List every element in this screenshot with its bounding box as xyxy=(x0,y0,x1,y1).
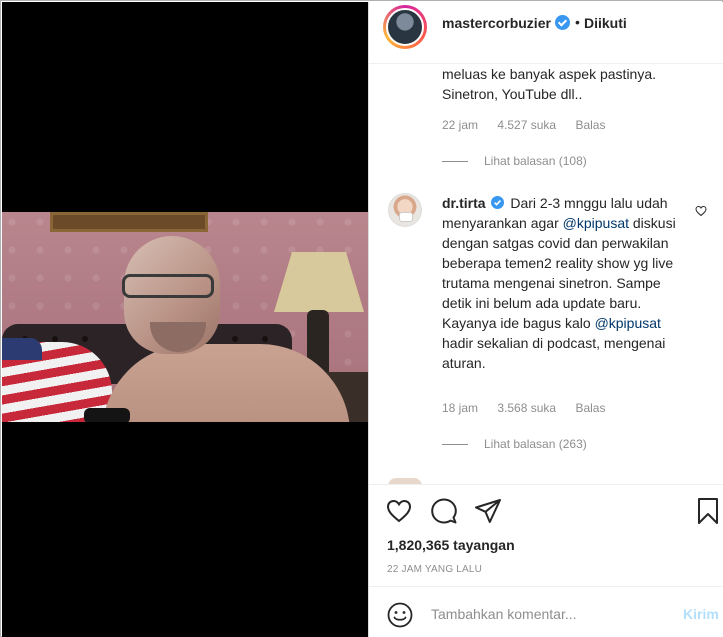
view-replies-button[interactable]: Lihat balasan (108) xyxy=(442,154,587,168)
comment-likes[interactable]: 4.527 suka xyxy=(497,118,556,132)
post-header: mastercorbuzier • Diikuti xyxy=(369,2,723,64)
mention-link[interactable]: @kpipusat xyxy=(595,315,661,331)
sofa-button xyxy=(82,336,88,342)
comment-body: dr.tirta Dari 2-3 mnggu lalu udah menyar… xyxy=(442,193,692,373)
sofa-button xyxy=(232,336,238,342)
avatar[interactable] xyxy=(388,193,422,227)
comments-list[interactable]: meluas ke banyak aspek pastinya. Sinetro… xyxy=(369,64,723,484)
verified-badge-icon xyxy=(491,196,505,209)
view-replies-button[interactable]: Lihat balasan (263) xyxy=(442,437,587,451)
avatar[interactable] xyxy=(386,8,424,46)
replies-divider xyxy=(442,444,468,446)
microphone xyxy=(84,408,130,422)
comment-bubble-icon[interactable] xyxy=(430,497,458,525)
bookmark-icon[interactable] xyxy=(694,497,722,525)
flag-canton xyxy=(2,338,42,360)
comment-time[interactable]: 18 jam xyxy=(442,401,478,415)
post-timestamp[interactable]: 22 JAM YANG LALU xyxy=(387,564,482,575)
face-mask xyxy=(399,212,413,222)
video-player[interactable] xyxy=(2,212,368,422)
post-modal: mastercorbuzier • Diikuti meluas ke bany… xyxy=(0,0,723,637)
comment-meta: 18 jam 3.568 suka Balas xyxy=(442,401,621,415)
follow-status-button[interactable]: Diikuti xyxy=(584,15,627,31)
post-actions: 1,820,365 tayangan 22 JAM YANG LALU Kiri… xyxy=(369,484,723,637)
like-comment-heart-icon[interactable] xyxy=(695,205,707,217)
separator-dot: • xyxy=(575,14,580,30)
media-area[interactable] xyxy=(2,2,368,637)
reply-button[interactable]: Balas xyxy=(575,401,605,415)
comment-likes[interactable]: 3.568 suka xyxy=(497,401,556,415)
comment-time[interactable]: 22 jam xyxy=(442,118,478,132)
wall-painting xyxy=(50,212,208,232)
sofa-button xyxy=(262,336,268,342)
post-username[interactable]: mastercorbuzier xyxy=(442,15,551,31)
paper-plane-icon[interactable] xyxy=(474,497,502,525)
post-comment-button[interactable]: Kirim xyxy=(683,606,719,622)
comment-text-part: diskusi dengan satgas covid dan perwakil… xyxy=(442,215,676,331)
verified-badge-icon xyxy=(555,15,570,30)
eyeglasses xyxy=(122,274,214,298)
comment-meta: 22 jam 4.527 suka Balas xyxy=(442,118,621,132)
heart-icon[interactable] xyxy=(385,497,413,525)
view-replies-label: Lihat balasan (108) xyxy=(484,154,587,168)
view-count[interactable]: 1,820,365 tayangan xyxy=(387,537,515,553)
comment-text: meluas ke banyak aspek pastinya. Sinetro… xyxy=(442,66,657,102)
comment-username[interactable]: dr.tirta xyxy=(442,195,486,211)
view-replies-label: Lihat balasan (263) xyxy=(484,437,587,451)
comment-input[interactable] xyxy=(431,602,671,626)
replies-divider xyxy=(442,161,468,163)
mention-link[interactable]: @kpipusat xyxy=(563,215,629,231)
add-comment-bar: Kirim xyxy=(369,586,723,637)
reply-button[interactable]: Balas xyxy=(575,118,605,132)
emoji-icon[interactable] xyxy=(387,602,413,628)
post-side-panel: mastercorbuzier • Diikuti meluas ke bany… xyxy=(368,2,723,637)
comment-text-part: hadir sekalian di podcast, mengenai atur… xyxy=(442,335,666,371)
